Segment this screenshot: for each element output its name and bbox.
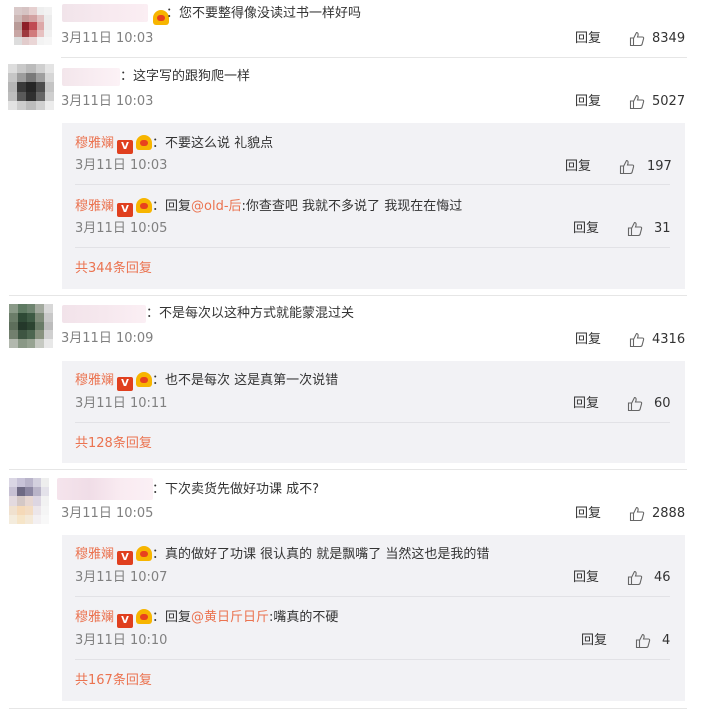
- like-count: 2888: [652, 506, 686, 521]
- divider: [75, 422, 670, 423]
- mention-link[interactable]: @old-后: [191, 199, 242, 214]
- reply-prefix: ：回复: [152, 610, 192, 625]
- divider: [75, 659, 670, 660]
- like-count: 4316: [652, 332, 686, 347]
- divider: [75, 596, 670, 597]
- like-count: 4: [662, 633, 671, 648]
- reply-time: 3月11日 10:10: [75, 633, 168, 648]
- username-blurred[interactable]: [62, 305, 146, 323]
- reply-header: 穆雅斓 V ：真的做好了功课 很认真的 就是飘嘴了 当然这也是我的错: [75, 543, 489, 565]
- comment-text: ：不是每次以这种方式就能蒙混过关: [146, 306, 355, 321]
- reply-time: 3月11日 10:07: [75, 570, 168, 585]
- reply-prefix: ：回复: [152, 199, 192, 214]
- reply-button[interactable]: 回复: [575, 93, 601, 111]
- reply-button[interactable]: 回复: [573, 569, 599, 587]
- thumbs-up-icon[interactable]: [629, 506, 645, 522]
- crown-icon: [136, 135, 153, 150]
- comment-text: ：这字写的跟狗爬一样: [120, 69, 251, 84]
- crown-icon: [136, 372, 153, 387]
- comment-text: ：您不要整得像没读过书一样好吗: [166, 6, 362, 21]
- reply-time: 3月11日 10:05: [75, 221, 168, 236]
- reply-button[interactable]: 回复: [565, 158, 591, 176]
- comment-time: 3月11日 10:05: [61, 506, 154, 521]
- divider: [9, 295, 687, 296]
- divider: [61, 57, 687, 58]
- divider: [9, 469, 687, 470]
- comment-text: ：下次卖货先做好功课 成不?: [152, 482, 320, 497]
- thumbs-up-icon[interactable]: [635, 633, 651, 649]
- more-replies-link[interactable]: 共167条回复: [75, 672, 152, 690]
- more-replies-link[interactable]: 共128条回复: [75, 435, 152, 453]
- thumbs-up-icon[interactable]: [629, 332, 645, 348]
- crown-icon: [136, 546, 153, 561]
- mention-link[interactable]: @黄日斤日斤: [191, 610, 269, 625]
- verified-icon: V: [117, 551, 134, 565]
- verified-icon: V: [117, 377, 134, 391]
- thumbs-up-icon[interactable]: [629, 94, 645, 110]
- reply-text: :你查查吧 我就不多说了 我现在在悔过: [241, 199, 463, 214]
- username-blurred[interactable]: [57, 478, 153, 500]
- reply-text: ：真的做好了功课 很认真的 就是飘嘴了 当然这也是我的错: [152, 547, 490, 562]
- reply-author[interactable]: 穆雅斓: [75, 199, 114, 214]
- like-count: 46: [654, 570, 671, 585]
- like-count: 60: [654, 396, 671, 411]
- reply-author[interactable]: 穆雅斓: [75, 547, 114, 562]
- avatar[interactable]: [9, 478, 49, 524]
- reply-text: ：不要这么说 礼貌点: [152, 136, 274, 151]
- verified-icon: V: [117, 203, 134, 217]
- reply-button[interactable]: 回复: [573, 395, 599, 413]
- reply-button[interactable]: 回复: [575, 331, 601, 349]
- crown-icon: [136, 198, 153, 213]
- crown-icon: [136, 609, 153, 624]
- like-count: 5027: [652, 94, 686, 109]
- thumbs-up-icon[interactable]: [627, 221, 643, 237]
- comment-time: 3月11日 10:03: [61, 31, 154, 46]
- verified-icon: V: [117, 140, 134, 154]
- thumbs-up-icon[interactable]: [627, 396, 643, 412]
- divider: [75, 184, 670, 185]
- username-blurred[interactable]: [62, 4, 148, 22]
- comment-time: 3月11日 10:03: [61, 94, 154, 109]
- divider: [75, 247, 670, 248]
- reply-header: 穆雅斓 V ：回复@黄日斤日斤:嘴真的不硬: [75, 606, 338, 628]
- thumbs-up-icon[interactable]: [619, 159, 635, 175]
- like-count: 197: [647, 159, 672, 174]
- reply-time: 3月11日 10:11: [75, 396, 168, 411]
- reply-header: 穆雅斓 V ：也不是每次 这是真第一次说错: [75, 369, 338, 391]
- username-blurred[interactable]: [62, 68, 120, 86]
- more-replies-link[interactable]: 共344条回复: [75, 260, 152, 278]
- reply-header: 穆雅斓 V ：不要这么说 礼貌点: [75, 132, 273, 154]
- reply-button[interactable]: 回复: [575, 30, 601, 48]
- thumbs-up-icon[interactable]: [629, 31, 645, 47]
- reply-text: ：也不是每次 这是真第一次说错: [152, 373, 339, 388]
- reply-author[interactable]: 穆雅斓: [75, 136, 114, 151]
- reply-button[interactable]: 回复: [575, 505, 601, 523]
- avatar[interactable]: [8, 64, 54, 110]
- reply-button[interactable]: 回复: [573, 220, 599, 238]
- reply-header: 穆雅斓 V ：回复@old-后:你查查吧 我就不多说了 我现在在悔过: [75, 195, 462, 217]
- reply-text: :嘴真的不硬: [269, 610, 339, 625]
- reply-button[interactable]: 回复: [581, 632, 607, 650]
- like-count: 31: [654, 221, 671, 236]
- reply-author[interactable]: 穆雅斓: [75, 610, 114, 625]
- avatar[interactable]: [9, 304, 53, 348]
- comment-time: 3月11日 10:09: [61, 331, 154, 346]
- verified-icon: V: [117, 614, 134, 628]
- reply-time: 3月11日 10:03: [75, 158, 168, 173]
- thumbs-up-icon[interactable]: [627, 570, 643, 586]
- like-count: 8349: [652, 31, 686, 46]
- reply-author[interactable]: 穆雅斓: [75, 373, 114, 388]
- divider: [9, 708, 687, 709]
- avatar[interactable]: [14, 7, 52, 45]
